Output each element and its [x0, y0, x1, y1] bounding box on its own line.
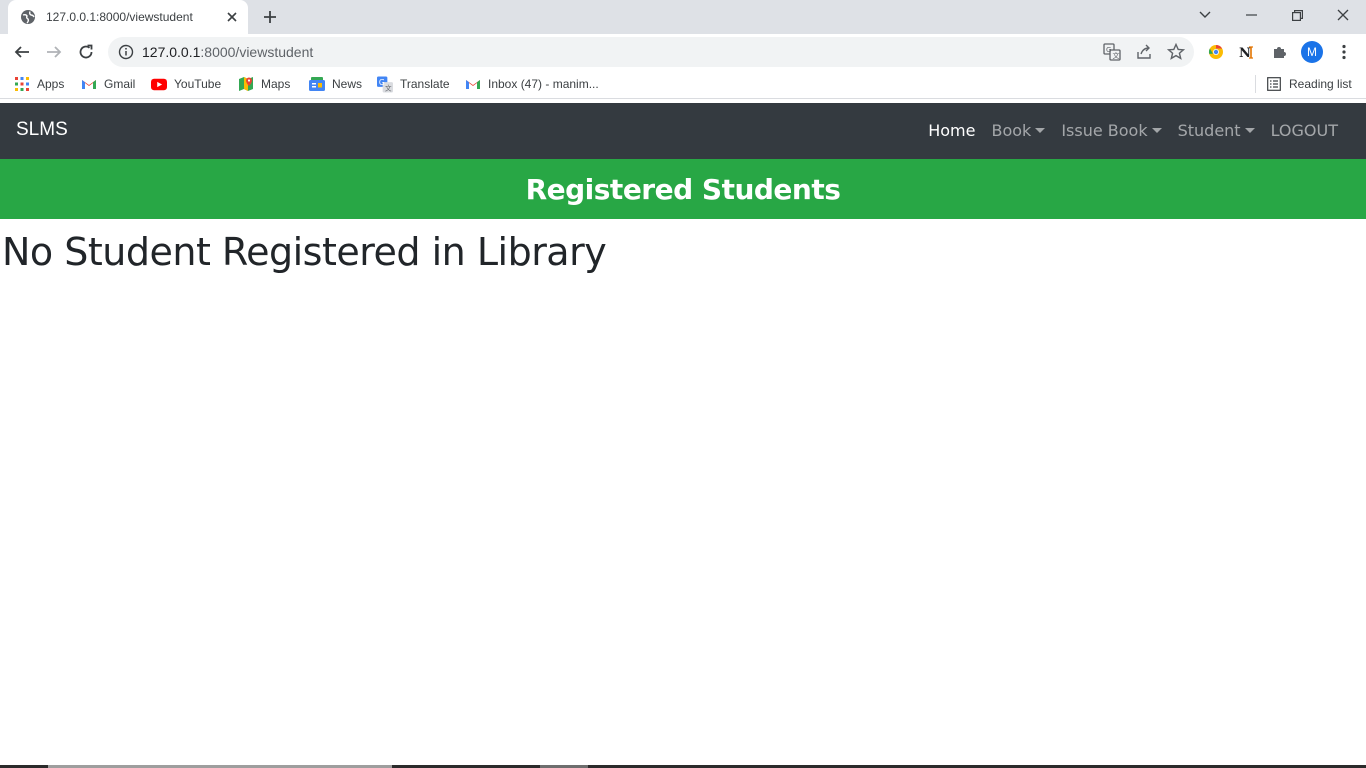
nav-label: Home — [928, 121, 976, 140]
bookmark-apps[interactable]: Apps — [14, 75, 64, 93]
bookmark-label: Translate — [400, 77, 450, 91]
reading-list-icon — [1266, 76, 1282, 92]
browser-toolbar: 127.0.0.1:8000/viewstudent G文 N M — [0, 34, 1366, 70]
bookmark-gmail[interactable]: Gmail — [81, 75, 135, 93]
bookmark-maps[interactable]: Maps — [238, 75, 290, 93]
nav-label: Book — [991, 121, 1032, 140]
youtube-icon — [151, 76, 167, 92]
bookmarks-bar: Apps Gmail YouTube Maps News G 文 Transla… — [0, 70, 1366, 99]
site-navbar: SLMS Home Book Issue Book Student LOGOUT — [0, 103, 1366, 159]
bookmark-youtube[interactable]: YouTube — [151, 75, 221, 93]
tab-title: 127.0.0.1:8000/viewstudent — [46, 10, 193, 24]
nav-home[interactable]: Home — [928, 121, 975, 140]
navbar-brand[interactable]: SLMS — [16, 119, 68, 141]
nav-label: Student — [1177, 121, 1241, 140]
minimize-icon[interactable] — [1228, 0, 1274, 30]
forward-arrow-icon[interactable] — [40, 38, 68, 66]
caret-down-icon — [1244, 128, 1255, 133]
bookmark-label: Gmail — [104, 77, 136, 91]
back-arrow-icon[interactable] — [8, 38, 36, 66]
nav-label: Issue Book — [1061, 121, 1148, 140]
restore-icon[interactable] — [1274, 0, 1320, 30]
maps-icon — [238, 76, 254, 92]
navbar-links: Home Book Issue Book Student LOGOUT — [912, 121, 1338, 140]
browser-window: 127.0.0.1:8000/viewstudent 127.0.0.1:800… — [0, 0, 1366, 768]
url-text[interactable]: 127.0.0.1:8000/viewstudent — [142, 44, 313, 60]
caret-down-icon — [1035, 128, 1046, 133]
reading-list-button[interactable]: Reading list — [1266, 75, 1352, 93]
nav-book-dropdown[interactable]: Book — [991, 121, 1046, 140]
more-menu-icon[interactable] — [1331, 39, 1357, 65]
reload-icon[interactable] — [72, 38, 100, 66]
svg-text:G: G — [379, 77, 385, 86]
translate-icon: G文 — [377, 76, 393, 92]
svg-text:G: G — [1106, 46, 1111, 54]
news-icon — [309, 76, 325, 92]
new-tab-button[interactable] — [258, 5, 282, 29]
bookmark-label: News — [332, 77, 363, 91]
share-icon[interactable] — [1134, 42, 1154, 62]
nav-issue-book-dropdown[interactable]: Issue Book — [1061, 121, 1162, 140]
bookmark-label: Maps — [261, 77, 291, 91]
reading-list-label: Reading list — [1289, 77, 1352, 91]
chrome-extension-icon[interactable] — [1203, 39, 1229, 65]
close-tab-icon[interactable] — [222, 7, 242, 27]
svg-text:文: 文 — [1113, 51, 1120, 60]
extensions-puzzle-icon[interactable] — [1267, 39, 1293, 65]
browser-tab[interactable]: 127.0.0.1:8000/viewstudent — [8, 0, 248, 34]
apps-grid-icon — [14, 76, 30, 92]
bookmark-translate[interactable]: G文 Translate — [377, 75, 450, 93]
bookmark-star-icon[interactable] — [1166, 42, 1186, 62]
bookmark-label: YouTube — [174, 77, 222, 91]
page-banner: Registered Students — [0, 159, 1366, 219]
caret-down-icon — [1151, 128, 1162, 133]
nav-label: LOGOUT — [1270, 121, 1338, 140]
notion-extension-icon[interactable]: N — [1234, 39, 1260, 65]
svg-text:文: 文 — [385, 83, 392, 92]
profile-avatar[interactable]: M — [1301, 41, 1323, 63]
site-info-icon[interactable] — [118, 44, 134, 60]
banner-title: Registered Students — [525, 172, 841, 206]
bookmark-label: Inbox (47) - manim... — [488, 77, 599, 91]
gmail-icon — [465, 76, 481, 92]
bookmarks-separator — [1255, 75, 1256, 93]
close-window-icon[interactable] — [1320, 0, 1366, 30]
gmail-icon — [81, 76, 97, 92]
bookmark-news[interactable]: News — [309, 75, 362, 93]
nav-student-dropdown[interactable]: Student — [1178, 121, 1255, 140]
url-path: :8000/viewstudent — [200, 44, 314, 60]
bookmark-label: Apps — [37, 77, 65, 91]
nav-logout[interactable]: LOGOUT — [1271, 121, 1338, 140]
bookmark-inbox[interactable]: Inbox (47) - manim... — [465, 75, 599, 93]
url-host: 127.0.0.1 — [142, 44, 201, 60]
address-bar[interactable]: 127.0.0.1:8000/viewstudent G文 — [108, 37, 1194, 67]
tab-strip: 127.0.0.1:8000/viewstudent — [0, 0, 1366, 34]
translate-page-icon[interactable]: G文 — [1102, 42, 1122, 62]
tab-search-icon[interactable] — [1182, 0, 1228, 30]
empty-state-message: No Student Registered in Library — [2, 230, 607, 274]
globe-icon — [20, 9, 36, 25]
